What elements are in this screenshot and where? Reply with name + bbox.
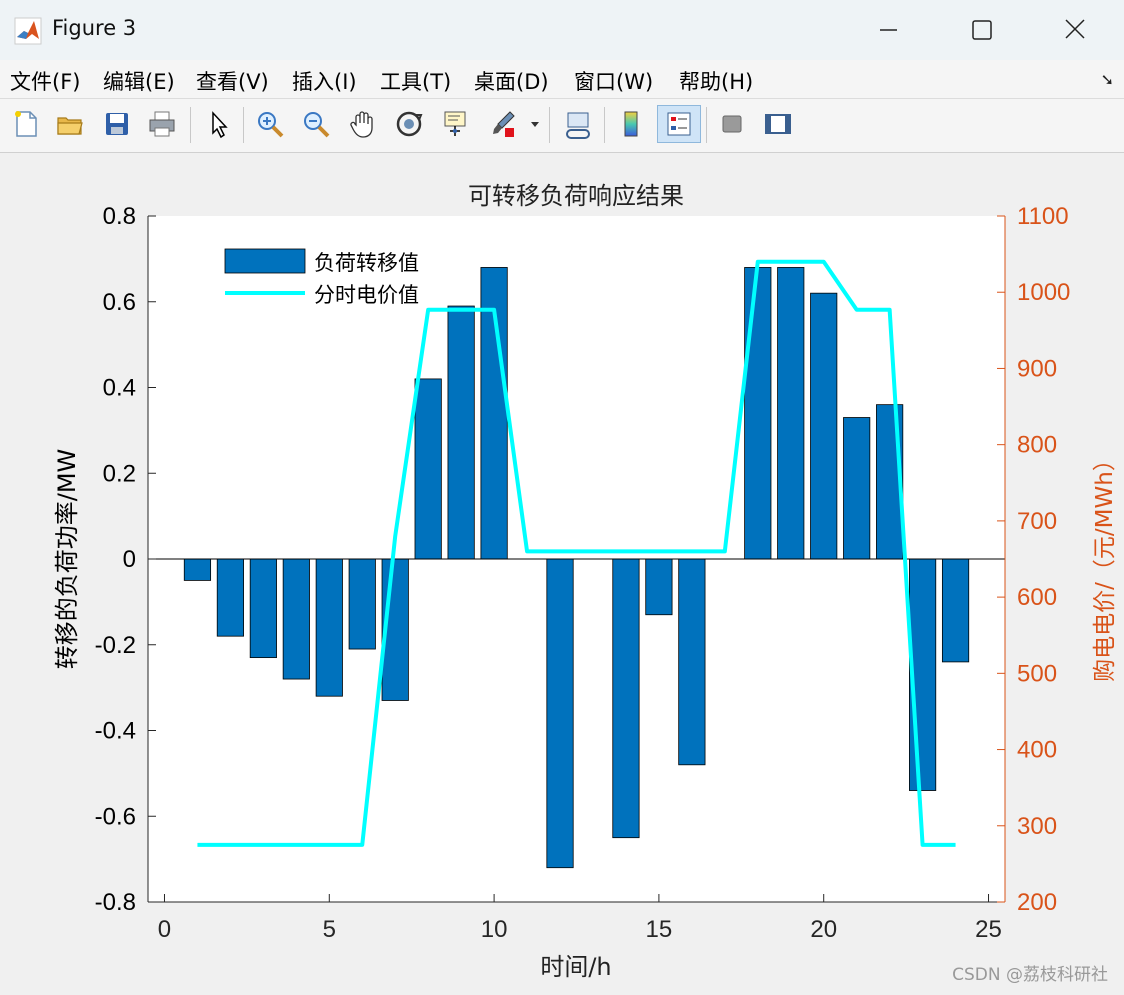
zoom-out-icon[interactable]	[298, 105, 334, 143]
hide-plot-tools-icon[interactable]	[714, 105, 750, 143]
x-tick-label: 25	[975, 916, 1002, 943]
link-plot-icon[interactable]	[560, 105, 596, 143]
bar	[678, 558, 706, 766]
save-icon[interactable]	[99, 105, 135, 143]
bar	[744, 267, 772, 560]
x-tick-label: 15	[646, 916, 673, 943]
bar	[447, 305, 475, 560]
figure-canvas: 0 5 10 15 20 25 0.8 0.6 0.4 0.2 0 -0.2 -0.4 -0.6 -0.8 1…	[0, 153, 1124, 995]
title-bar: Figure 3	[0, 0, 1124, 60]
y-tick-label-left: -0.6	[95, 803, 136, 830]
toolbar-separator	[604, 107, 605, 143]
bar	[810, 292, 838, 560]
menu-tools[interactable]: 工具(T)	[380, 66, 451, 96]
toolbar-separator	[190, 107, 191, 143]
y-axis-label-right: 购电电价/（元/MWh）	[1092, 448, 1118, 682]
y-tick-label-right: 1100	[1017, 203, 1069, 230]
close-button[interactable]	[1055, 12, 1095, 48]
pan-hand-icon[interactable]	[345, 105, 381, 143]
y-tick-label-left: -0.2	[95, 632, 136, 659]
y-tick-label-left: -0.8	[95, 889, 136, 916]
open-file-icon[interactable]	[52, 105, 88, 143]
bar	[216, 558, 244, 637]
toolbar-separator	[706, 107, 707, 143]
select-arrow-icon[interactable]	[200, 105, 236, 143]
y-tick-label-left: 0.8	[103, 203, 136, 230]
toolbar-separator	[549, 107, 550, 143]
x-axis-label: 时间/h	[540, 953, 611, 981]
bar	[546, 558, 574, 869]
menu-bar: 文件(F) 编辑(E) 查看(V) 插入(I) 工具(T) 桌面(D) 窗口(W…	[0, 60, 1124, 99]
y-tick-label-left: 0.4	[103, 375, 136, 402]
chart-title: 可转移负荷响应结果	[468, 182, 684, 210]
toolbar	[0, 99, 1124, 153]
y-tick-label-left: 0.6	[103, 289, 136, 316]
new-figure-icon[interactable]	[8, 105, 44, 143]
bar	[183, 558, 212, 581]
zoom-in-icon[interactable]	[252, 105, 288, 143]
x-tick-label: 10	[481, 916, 508, 943]
x-tick-label: 0	[158, 916, 171, 943]
watermark: CSDN @荔枝科研社	[952, 965, 1108, 985]
menu-desktop[interactable]: 桌面(D)	[474, 66, 549, 96]
menu-file[interactable]: 文件(F)	[10, 66, 80, 96]
toolbar-separator	[243, 107, 244, 143]
colorbar-icon[interactable]	[613, 105, 649, 143]
data-cursor-icon[interactable]	[437, 105, 473, 143]
print-icon[interactable]	[144, 105, 180, 143]
y-tick-label-right: 800	[1017, 432, 1057, 459]
show-plot-tools-icon[interactable]	[759, 105, 795, 143]
y-tick-label-right: 500	[1017, 660, 1057, 687]
dock-arrow-icon[interactable]: ➘	[1101, 70, 1114, 89]
bar	[777, 267, 805, 560]
bar	[612, 558, 640, 839]
menu-insert[interactable]: 插入(I)	[292, 66, 357, 96]
legend-line-label: 分时电价值	[314, 283, 419, 307]
x-tick-label: 20	[810, 916, 837, 943]
bar	[941, 558, 970, 663]
menu-view[interactable]: 查看(V)	[196, 66, 269, 96]
menu-help[interactable]: 帮助(H)	[679, 66, 753, 96]
y-tick-label-left: -0.4	[95, 718, 136, 745]
bar	[645, 558, 673, 616]
y-tick-label-right: 600	[1017, 584, 1057, 611]
bar	[414, 378, 442, 560]
y-tick-label-right: 700	[1017, 508, 1057, 535]
menu-window[interactable]: 窗口(W)	[574, 66, 653, 96]
y-tick-label-right: 200	[1017, 889, 1057, 916]
bar	[315, 558, 343, 697]
matlab-logo-icon	[14, 17, 42, 45]
y-tick-label-right: 900	[1017, 355, 1057, 382]
figure-window: Figure 3 文件(F) 编辑(E) 查看(V) 插入(I) 工具(T) 桌…	[0, 0, 1124, 995]
y-tick-label-left: 0.2	[103, 460, 136, 487]
legend-bar-swatch	[224, 248, 306, 274]
y-tick-label-left: 0	[123, 546, 136, 573]
window-title: Figure 3	[52, 16, 137, 40]
bar	[249, 558, 277, 659]
legend-icon[interactable]	[657, 105, 701, 143]
maximize-button[interactable]	[962, 12, 1002, 48]
chevron-down-icon[interactable]	[524, 105, 546, 143]
bar	[348, 558, 376, 650]
bar	[843, 417, 871, 560]
y-tick-label-right: 300	[1017, 813, 1057, 840]
brush-icon[interactable]	[485, 105, 521, 143]
menu-edit[interactable]: 编辑(E)	[103, 66, 175, 96]
y-axis-label-left: 转移的负荷功率/MW	[53, 449, 81, 670]
bar	[282, 558, 310, 680]
rotate-3d-icon[interactable]	[391, 105, 427, 143]
chart: 0 5 10 15 20 25 0.8 0.6 0.4 0.2 0 -0.2 -0.4 -0.6 -0.8 1…	[53, 182, 1118, 981]
legend-bar-label: 负荷转移值	[314, 251, 419, 275]
x-tick-label: 5	[323, 916, 336, 943]
y-tick-label-right: 400	[1017, 737, 1057, 764]
minimize-button[interactable]	[868, 12, 908, 48]
y-tick-label-right: 1000	[1017, 279, 1070, 306]
